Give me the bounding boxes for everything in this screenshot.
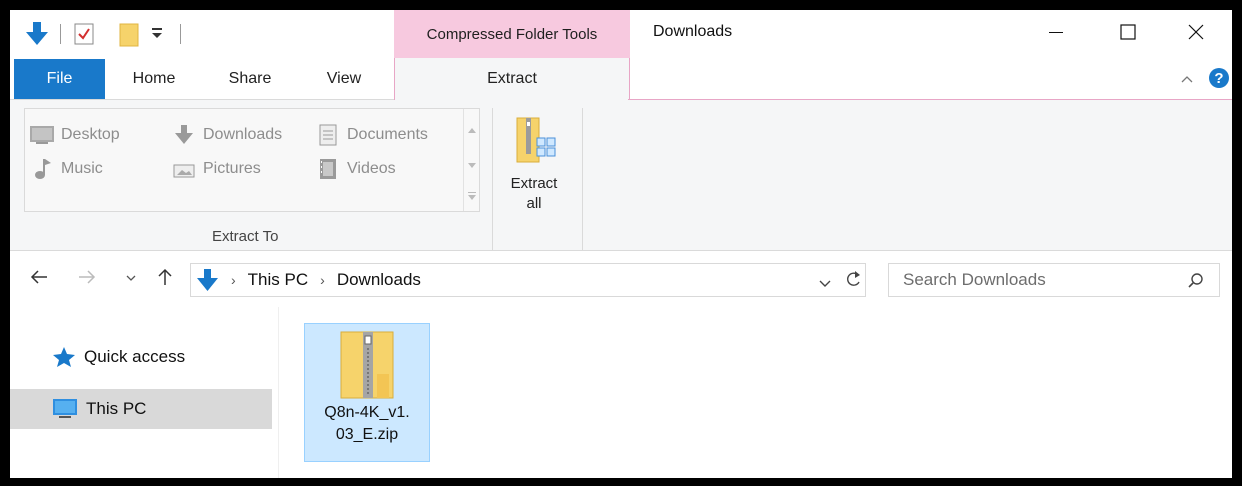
explorer-window: Compressed Folder Tools Downloads File H… bbox=[10, 10, 1232, 478]
star-icon bbox=[52, 346, 76, 368]
nav-item-this-pc[interactable]: This PC bbox=[10, 389, 272, 429]
tab-home[interactable]: Home bbox=[122, 59, 186, 99]
desktop-icon bbox=[29, 123, 55, 147]
help-icon[interactable]: ? bbox=[1208, 67, 1230, 94]
tab-extract[interactable]: Extract bbox=[394, 58, 630, 100]
forward-arrow-icon bbox=[78, 269, 96, 289]
file-item[interactable]: Q8n-4K_v1. 03_E.zip bbox=[304, 323, 430, 462]
maximize-button[interactable] bbox=[1092, 10, 1164, 58]
minimize-button[interactable] bbox=[1020, 10, 1092, 58]
gallery-scroll-down-icon[interactable] bbox=[467, 157, 477, 175]
qa-separator bbox=[60, 24, 61, 44]
videos-icon bbox=[315, 157, 341, 181]
maximize-icon bbox=[1120, 23, 1136, 45]
title-bar: Compressed Folder Tools Downloads bbox=[10, 10, 1232, 58]
gallery-item-downloads[interactable]: Downloads bbox=[171, 123, 282, 147]
search-icon[interactable] bbox=[1188, 272, 1204, 293]
contextual-tab-compressed-folder-tools: Compressed Folder Tools bbox=[394, 10, 630, 58]
chevron-down-icon bbox=[125, 270, 137, 288]
breadcrumb-downloads[interactable]: Downloads bbox=[337, 270, 421, 290]
close-icon bbox=[1188, 24, 1204, 45]
extract-to-group-label: Extract To bbox=[212, 228, 279, 245]
up-button[interactable] bbox=[154, 265, 176, 293]
downloads-arrow-icon bbox=[171, 123, 197, 147]
gallery-item-music[interactable]: Music bbox=[29, 157, 103, 181]
documents-icon bbox=[315, 123, 341, 147]
tab-file[interactable]: File bbox=[14, 59, 105, 99]
recent-locations-button[interactable] bbox=[120, 265, 142, 293]
music-icon bbox=[29, 157, 55, 181]
tab-view[interactable]: View bbox=[312, 59, 376, 99]
search-box[interactable]: Search Downloads bbox=[888, 263, 1220, 297]
navigation-pane: Quick access This PC bbox=[10, 307, 279, 478]
qa-separator bbox=[180, 24, 181, 44]
extract-all-button[interactable]: Extract all bbox=[496, 106, 572, 232]
ribbon-tab-row: File Home Share View Extract ? bbox=[10, 58, 1232, 100]
file-name: Q8n-4K_v1. 03_E.zip bbox=[324, 404, 410, 443]
pictures-icon bbox=[171, 157, 197, 181]
downloads-location-icon bbox=[195, 267, 219, 293]
back-arrow-icon bbox=[30, 269, 48, 289]
properties-icon[interactable] bbox=[72, 20, 96, 53]
gallery-item-desktop[interactable]: Desktop bbox=[29, 123, 120, 147]
address-dropdown-icon[interactable] bbox=[818, 276, 832, 294]
ribbon: Desktop Downloads Documents Music Pictur… bbox=[10, 100, 1232, 251]
down-arrow-icon[interactable] bbox=[24, 20, 50, 53]
window-title: Downloads bbox=[653, 23, 733, 40]
gallery-item-videos[interactable]: Videos bbox=[315, 157, 396, 181]
close-button[interactable] bbox=[1160, 10, 1232, 58]
customize-qa-icon[interactable] bbox=[150, 26, 164, 45]
gallery-scroll-up-icon[interactable] bbox=[467, 121, 477, 139]
minimize-icon bbox=[1049, 25, 1063, 44]
gallery-item-documents[interactable]: Documents bbox=[315, 123, 428, 147]
gallery-more-icon[interactable] bbox=[467, 189, 477, 207]
search-placeholder: Search Downloads bbox=[903, 270, 1046, 289]
new-folder-icon[interactable] bbox=[118, 20, 142, 53]
zip-folder-icon bbox=[337, 330, 397, 405]
extract-all-icon bbox=[496, 116, 572, 168]
svg-text:?: ? bbox=[1214, 70, 1223, 87]
navigation-bar: › This PC › Downloads Search Downloads bbox=[10, 251, 1232, 307]
extract-all-label-1: Extract bbox=[510, 175, 558, 192]
up-arrow-icon bbox=[158, 268, 172, 291]
pane-divider bbox=[278, 307, 279, 478]
computer-icon bbox=[52, 398, 78, 420]
extract-all-label-2: all bbox=[526, 195, 542, 212]
breadcrumb-chevron-icon: › bbox=[231, 272, 236, 288]
collapse-ribbon-icon[interactable] bbox=[1180, 72, 1194, 90]
forward-button[interactable] bbox=[76, 265, 98, 293]
tab-share[interactable]: Share bbox=[218, 59, 282, 99]
refresh-icon[interactable] bbox=[844, 270, 862, 295]
nav-item-quick-access[interactable]: Quick access bbox=[10, 341, 278, 373]
gallery-item-pictures[interactable]: Pictures bbox=[171, 157, 261, 181]
breadcrumb-this-pc[interactable]: This PC bbox=[248, 270, 308, 290]
ribbon-group-separator bbox=[582, 108, 583, 250]
breadcrumb-chevron-icon: › bbox=[320, 272, 325, 288]
ribbon-group-separator bbox=[492, 108, 493, 250]
back-button[interactable] bbox=[28, 265, 50, 293]
address-bar[interactable]: › This PC › Downloads bbox=[190, 263, 866, 297]
gallery-scroll bbox=[463, 109, 480, 211]
extract-to-gallery: Desktop Downloads Documents Music Pictur… bbox=[24, 108, 480, 212]
